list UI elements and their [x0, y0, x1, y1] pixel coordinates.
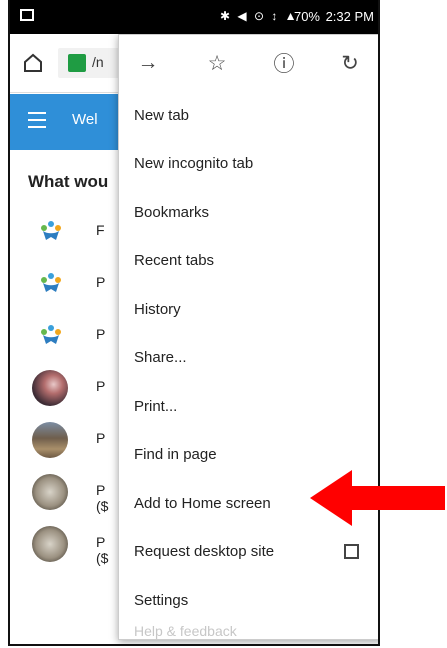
- menu-item-settings[interactable]: Settings: [119, 576, 378, 625]
- menu-item-share[interactable]: Share...: [119, 334, 378, 383]
- menu-item-bookmarks[interactable]: Bookmarks: [119, 188, 378, 237]
- avatar: [32, 370, 68, 406]
- people-logo-icon: [41, 221, 61, 240]
- clock: 2:32 PM: [325, 9, 374, 24]
- home-icon[interactable]: [21, 51, 45, 75]
- screenshot-icon: [20, 9, 34, 21]
- list-item-label: P ($: [96, 534, 109, 566]
- faded-menu-item: Help & feedback: [134, 623, 237, 639]
- star-icon[interactable]: ☆: [205, 51, 229, 75]
- forward-icon[interactable]: →: [136, 51, 160, 75]
- menu-action-row: → ☆ ⓘ ↻: [119, 35, 378, 91]
- status-icons: ✱ ◀ ⊙ ↕ ▲: [220, 9, 299, 23]
- url-text: /n: [92, 54, 104, 70]
- menu-item-print[interactable]: Print...: [119, 382, 378, 431]
- list-item-label: P: [96, 326, 106, 342]
- refresh-icon[interactable]: ↻: [338, 51, 362, 75]
- menu-item-history[interactable]: History: [119, 285, 378, 334]
- list-item-label: P: [96, 274, 106, 290]
- people-logo-icon: [41, 325, 61, 344]
- desktop-site-checkbox[interactable]: [344, 543, 359, 559]
- list-item-label: F: [96, 222, 105, 238]
- menu-item-recent-tabs[interactable]: Recent tabs: [119, 237, 378, 286]
- info-icon[interactable]: ⓘ: [272, 51, 296, 76]
- page-question: What wou: [28, 172, 109, 191]
- list-item-label: P ($: [96, 482, 109, 514]
- menu-item-label: Request desktop site: [134, 543, 275, 561]
- menu-item-request-desktop-site[interactable]: Request desktop site: [119, 528, 378, 577]
- lock-icon: [68, 54, 86, 72]
- menu-item-new-incognito-tab[interactable]: New incognito tab: [119, 140, 378, 189]
- list-item-label: P: [96, 430, 106, 446]
- avatar: [32, 422, 68, 458]
- phone-screen: ✱ ◀ ⊙ ↕ ▲ 70% 2:32 PM /n Wel What wou F: [8, 0, 380, 646]
- people-logo-icon: [41, 273, 61, 292]
- menu-item-new-tab[interactable]: New tab: [119, 91, 378, 140]
- menu-items: New tab New incognito tab Bookmarks Rece…: [119, 91, 378, 625]
- status-bar: ✱ ◀ ⊙ ↕ ▲ 70% 2:32 PM: [10, 0, 378, 34]
- browser-menu: → ☆ ⓘ ↻ New tab New incognito tab Bookma…: [118, 34, 378, 640]
- avatar: [32, 526, 68, 562]
- battery-status: 70%: [293, 9, 320, 24]
- avatar: [32, 474, 68, 510]
- list-item-label: P: [96, 378, 106, 394]
- hamburger-icon[interactable]: [28, 112, 46, 133]
- highlight-arrow: [310, 470, 445, 526]
- header-title: Wel: [72, 111, 98, 128]
